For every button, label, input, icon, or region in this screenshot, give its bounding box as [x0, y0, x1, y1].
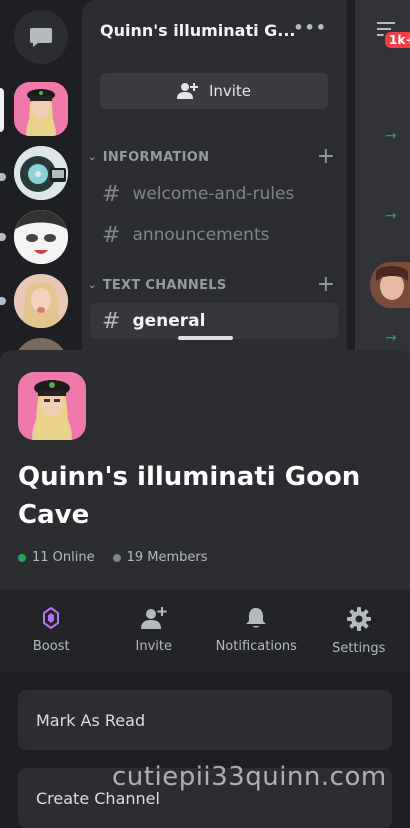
mark-as-read-button[interactable]: Mark As Read	[18, 690, 392, 750]
add-channel-icon[interactable]: +	[317, 274, 335, 296]
category-label: TEXT CHANNELS	[103, 278, 227, 293]
action-label: Boost	[33, 639, 70, 654]
direct-messages-button[interactable]	[14, 10, 68, 64]
invite-button[interactable]: Invite	[100, 73, 328, 109]
hashtag-icon: #	[102, 223, 120, 248]
chat-bubble-icon	[29, 26, 53, 48]
hashtag-icon: #	[102, 309, 120, 334]
action-bar: Boost Invite Notifications	[0, 590, 410, 672]
category-text-channels[interactable]: ⌄ TEXT CHANNELS	[88, 278, 227, 293]
channel-name: general	[132, 311, 205, 331]
notification-badge: 1k+	[383, 30, 410, 50]
unread-indicator	[0, 233, 6, 241]
add-channel-icon[interactable]: +	[317, 146, 335, 168]
server-icon-quinn[interactable]	[14, 82, 68, 136]
server-header: Quinn's illuminati Goon Cave 11 Online 1…	[0, 350, 410, 590]
unread-indicator	[0, 297, 6, 305]
unread-indicator	[0, 173, 6, 181]
avatar[interactable]	[370, 262, 410, 308]
arrow-right-icon: →	[385, 128, 397, 144]
watermark: cutiepii33quinn.com	[112, 762, 387, 792]
server-bottom-sheet: Quinn's illuminati Goon Cave 11 Online 1…	[0, 350, 410, 800]
add-person-icon	[177, 82, 199, 100]
channel-general[interactable]: # general	[90, 303, 338, 339]
selected-server-indicator	[0, 88, 4, 132]
channel-announcements[interactable]: # announcements	[90, 217, 338, 253]
channel-panel: Quinn's illuminati G... ••• Invite ⌄ INF…	[82, 0, 347, 360]
online-status-dot	[18, 554, 26, 562]
server-avatar-image	[14, 146, 68, 200]
invite-label: Invite	[209, 82, 251, 100]
channel-name: welcome-and-rules	[132, 184, 294, 204]
server-name: Quinn's illuminati Goon Cave	[18, 458, 388, 534]
server-icon-large	[18, 372, 86, 440]
channel-name: announcements	[132, 225, 269, 245]
category-label: INFORMATION	[103, 150, 210, 165]
action-label: Notifications	[216, 639, 297, 654]
action-label: Settings	[332, 641, 385, 656]
category-information[interactable]: ⌄ INFORMATION	[88, 150, 209, 165]
more-options-icon[interactable]: •••	[293, 18, 327, 37]
arrow-right-icon: →	[385, 208, 397, 224]
avatar-image	[370, 262, 410, 308]
chevron-down-icon: ⌄	[88, 280, 97, 291]
bell-icon	[245, 607, 267, 629]
server-icon-3[interactable]	[14, 210, 68, 264]
member-count: 19 Members	[127, 550, 208, 565]
arrow-right-icon: →	[385, 330, 397, 346]
boost-button[interactable]: Boost	[0, 591, 103, 672]
server-icon-2[interactable]	[14, 146, 68, 200]
action-label: Invite	[136, 639, 172, 654]
server-avatar-image	[14, 210, 68, 264]
members-status-dot	[113, 554, 121, 562]
server-avatar-image	[14, 274, 68, 328]
notifications-button[interactable]: Notifications	[205, 591, 308, 672]
server-icon-4[interactable]	[14, 274, 68, 328]
server-avatar-image	[18, 372, 86, 440]
online-count: 11 Online	[32, 550, 95, 565]
sheet-drag-handle[interactable]	[178, 336, 233, 340]
add-person-icon	[141, 607, 167, 629]
server-avatar-image	[14, 82, 68, 136]
settings-button[interactable]: Settings	[308, 591, 410, 672]
hashtag-icon: #	[102, 182, 120, 207]
chevron-down-icon: ⌄	[88, 152, 97, 163]
channel-welcome-and-rules[interactable]: # welcome-and-rules	[90, 176, 338, 212]
boost-icon	[43, 607, 59, 629]
server-stats: 11 Online 19 Members	[18, 550, 208, 565]
gear-icon	[347, 607, 371, 631]
server-title[interactable]: Quinn's illuminati G...	[100, 21, 296, 40]
invite-action-button[interactable]: Invite	[103, 591, 206, 672]
